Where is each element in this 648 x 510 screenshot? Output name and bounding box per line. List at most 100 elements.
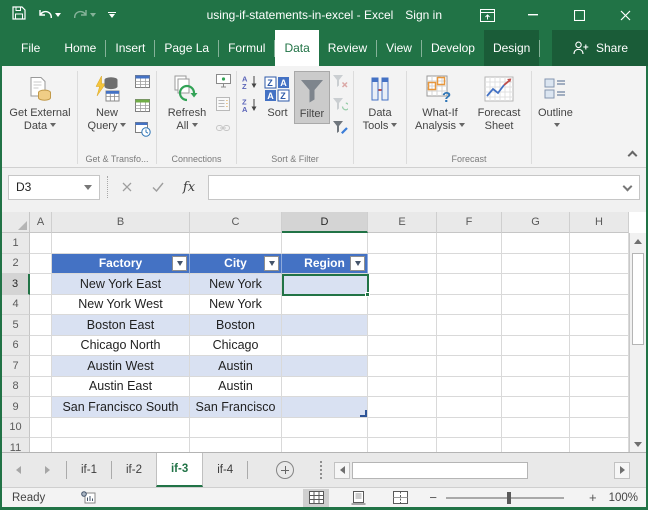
cell[interactable] (282, 417, 368, 438)
cell-c4[interactable]: New York (190, 294, 282, 315)
tab-design[interactable]: Design (483, 30, 540, 66)
cell[interactable] (502, 376, 570, 397)
cell-b7[interactable]: Austin West (52, 356, 190, 377)
reapply-filter-button[interactable] (332, 97, 350, 116)
cell-d8[interactable] (282, 376, 368, 397)
horizontal-scrollbar-thumb[interactable] (352, 461, 529, 479)
zoom-slider[interactable] (445, 491, 564, 504)
cell[interactable] (190, 438, 282, 452)
cell[interactable] (437, 315, 502, 336)
cell[interactable] (282, 233, 368, 254)
cell-b5[interactable]: Boston East (52, 315, 190, 336)
cell[interactable] (52, 438, 190, 452)
cell[interactable] (30, 417, 52, 438)
cell[interactable] (368, 356, 437, 377)
zoom-level[interactable]: 100% (609, 492, 638, 504)
add-sheet-button[interactable] (276, 461, 295, 479)
cell[interactable] (502, 397, 570, 418)
sheet-tab-if-1[interactable]: if-1 (67, 453, 111, 487)
cell[interactable] (437, 397, 502, 418)
tab-insert[interactable]: Insert (106, 30, 154, 66)
tab-home[interactable]: Home (55, 30, 105, 66)
formula-input[interactable] (208, 174, 640, 200)
column-header-a[interactable]: A (30, 212, 52, 233)
sheet-nav-left-icon[interactable] (16, 466, 21, 474)
share-button[interactable]: Share (551, 30, 648, 66)
filter-button-active[interactable]: Filter (294, 71, 330, 124)
cell[interactable] (282, 438, 368, 452)
scroll-down-button[interactable] (630, 436, 646, 452)
edit-links-button[interactable] (216, 120, 231, 138)
table-header-region[interactable]: Region (282, 253, 368, 274)
get-external-data-button[interactable]: Get External Data (6, 71, 74, 135)
tab-file[interactable]: File (6, 30, 55, 66)
tab-review[interactable]: Review (319, 30, 376, 66)
cell[interactable] (368, 376, 437, 397)
row-header-3-selected[interactable]: 3 (2, 274, 30, 295)
zoom-slider-thumb[interactable] (507, 491, 512, 504)
row-header-11[interactable]: 11 (2, 438, 30, 452)
cell-c6[interactable]: Chicago (190, 335, 282, 356)
horizontal-scrollbar[interactable] (334, 453, 630, 487)
cell[interactable] (437, 335, 502, 356)
row-header-10[interactable]: 10 (2, 417, 30, 438)
sort-ascending-button[interactable]: AZ (242, 75, 259, 94)
zoom-in-button[interactable]: + (589, 490, 597, 505)
cell[interactable] (570, 274, 629, 295)
cell[interactable] (30, 315, 52, 336)
tab-developer[interactable]: Develop (422, 30, 484, 66)
cell[interactable] (570, 417, 629, 438)
ribbon-display-options-button[interactable] (464, 0, 510, 30)
cell[interactable] (437, 233, 502, 254)
name-box[interactable]: D3 (8, 174, 100, 200)
column-header-d-selected[interactable]: D (282, 212, 368, 233)
cell-c7[interactable]: Austin (190, 356, 282, 377)
column-header-g[interactable]: G (502, 212, 570, 233)
table-resize-handle[interactable] (360, 410, 367, 417)
cell-d9[interactable] (282, 397, 368, 418)
cell[interactable] (30, 376, 52, 397)
cell-c3[interactable]: New York (190, 274, 282, 295)
cell-b4[interactable]: New York West (52, 294, 190, 315)
show-queries-button[interactable] (135, 74, 151, 94)
page-break-view-button[interactable] (387, 489, 413, 507)
tab-formulas[interactable]: Formul (219, 30, 274, 66)
cell-b9[interactable]: San Francisco South (52, 397, 190, 418)
normal-view-button[interactable] (303, 488, 330, 507)
cell[interactable] (368, 315, 437, 336)
cell[interactable] (570, 356, 629, 377)
recent-sources-button[interactable] (135, 122, 151, 142)
properties-button[interactable] (216, 97, 231, 116)
vertical-scrollbar-thumb[interactable] (632, 253, 644, 345)
cell[interactable] (502, 417, 570, 438)
cell[interactable] (368, 294, 437, 315)
vertical-scrollbar[interactable] (629, 233, 646, 452)
column-header-e[interactable]: E (368, 212, 437, 233)
cell[interactable] (502, 335, 570, 356)
row-header-9[interactable]: 9 (2, 397, 30, 418)
cell-b6[interactable]: Chicago North (52, 335, 190, 356)
cell-d7[interactable] (282, 356, 368, 377)
close-button[interactable] (602, 0, 648, 30)
cell[interactable] (502, 274, 570, 295)
sort-button[interactable]: ZAAZ Sort (261, 71, 294, 122)
cell[interactable] (570, 335, 629, 356)
cell[interactable] (502, 356, 570, 377)
cell[interactable] (570, 376, 629, 397)
cell[interactable] (30, 253, 52, 274)
cell[interactable] (570, 233, 629, 254)
enter-button[interactable] (146, 175, 170, 200)
cell[interactable] (30, 335, 52, 356)
cell-d4[interactable] (282, 294, 368, 315)
customize-qat-button[interactable] (108, 11, 116, 19)
undo-button[interactable] (38, 9, 61, 21)
cell[interactable] (30, 294, 52, 315)
row-header-6[interactable]: 6 (2, 335, 30, 356)
cell[interactable] (368, 274, 437, 295)
what-if-analysis-button[interactable]: ? What-If Analysis (410, 71, 470, 135)
zoom-out-button[interactable]: − (429, 490, 437, 505)
cell-d5[interactable] (282, 315, 368, 336)
cell-d6[interactable] (282, 335, 368, 356)
cell[interactable] (30, 397, 52, 418)
cell[interactable] (437, 417, 502, 438)
